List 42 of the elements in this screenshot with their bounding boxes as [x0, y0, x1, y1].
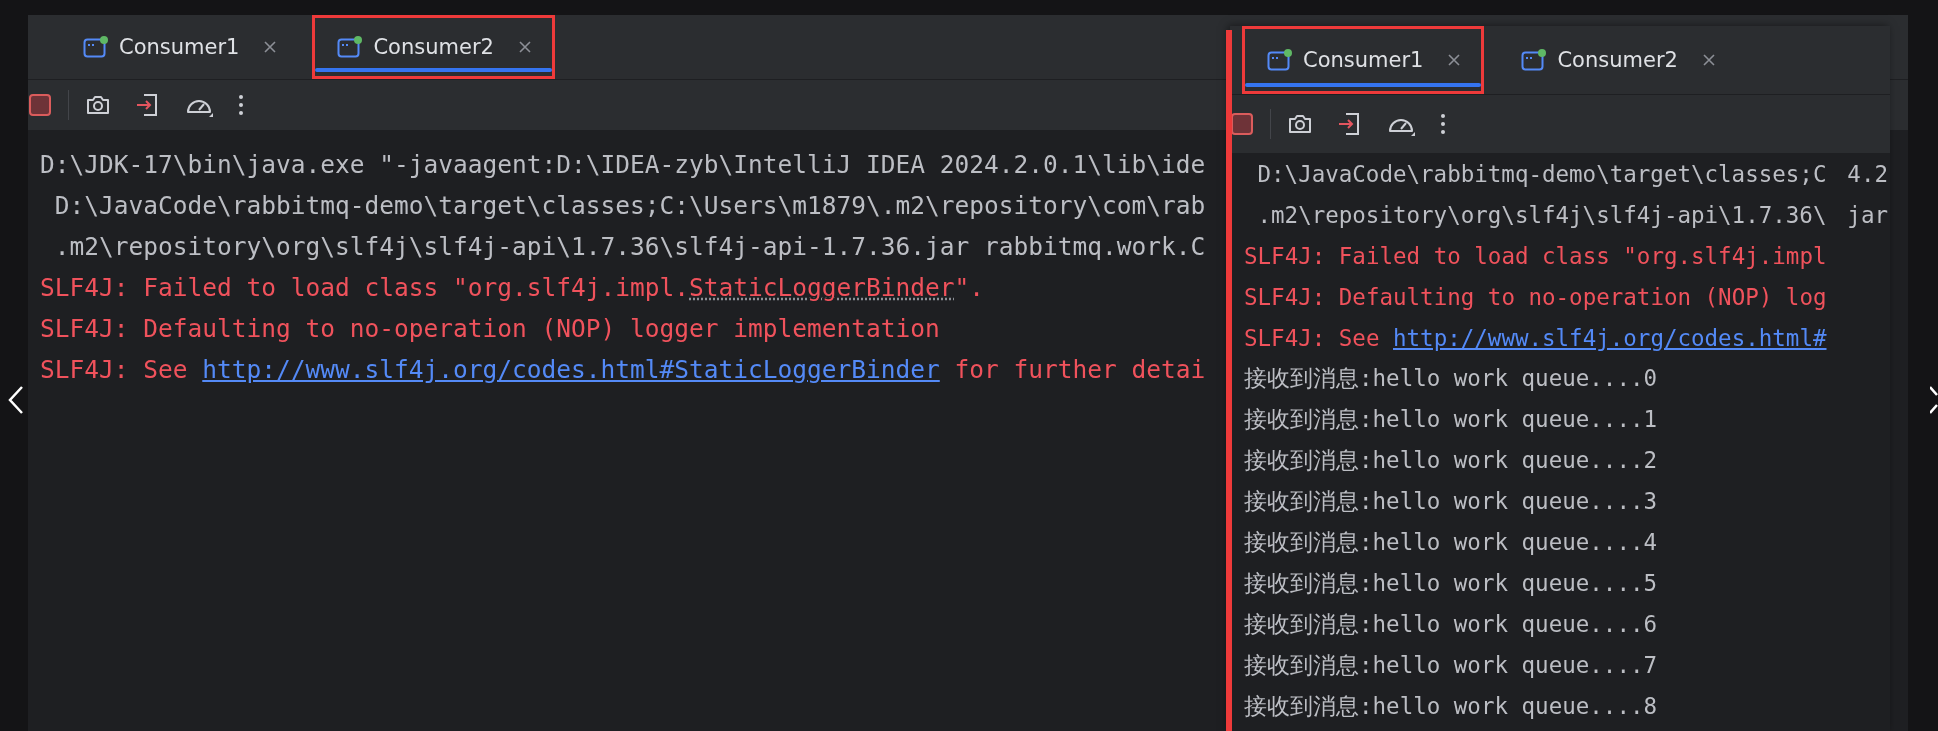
console-line: SLF4J: Failed to load class "org.slf4j.impl.StaticLoggerBinder".: [40, 273, 985, 302]
console-line: 接收到消息:hello work queue....1: [1244, 405, 1657, 434]
run-tab[interactable]: Consumer2: [312, 15, 555, 79]
console-line: 接收到消息:hello work queue....6: [1244, 610, 1657, 639]
stop-icon[interactable]: [1230, 112, 1254, 136]
camera-icon[interactable]: [85, 93, 111, 117]
console-line: 接收到消息:hello work queue....3: [1244, 487, 1657, 516]
run-tab[interactable]: Consumer2: [1496, 26, 1739, 94]
console-line: D:\JDK-17\bin\java.exe "-javaagent:D:\IDEA-zyb\IntelliJ IDEA 2024.2.0.1\lib\ide: [40, 150, 1206, 179]
console-line: 接收到消息:hello work queue....5: [1244, 569, 1657, 598]
window-icon: [337, 35, 364, 59]
console-text: jar: [1846, 201, 1889, 228]
console-line: D:\JavaCode\rabbitmq-demo\target\classes;C: [1256, 160, 1827, 187]
more-icon[interactable]: [1439, 112, 1447, 136]
console-line: 接收到消息:hello work queue....7: [1244, 651, 1657, 680]
console-line: SLF4J: Defaulting to no-operation (NOP) logger implementation: [40, 314, 940, 343]
close-icon[interactable]: [517, 40, 532, 54]
window-icon: [1267, 48, 1293, 72]
close-icon[interactable]: [1701, 53, 1716, 67]
console-text: 4.2: [1846, 160, 1889, 187]
link[interactable]: http://www.slf4j.org/codes.html#: [1393, 324, 1827, 351]
stop-icon[interactable]: [28, 93, 52, 117]
close-icon[interactable]: [1447, 53, 1462, 67]
run-tab[interactable]: Consumer1: [58, 15, 301, 79]
console-line: 接收到消息:hello work queue....0: [1244, 364, 1657, 393]
close-icon[interactable]: [263, 40, 278, 54]
console-line: SLF4J: See http://www.slf4j.org/codes.html#StaticLoggerBinder for further detai: [40, 355, 1206, 384]
console-line: 接收到消息:hello work queue....8: [1244, 692, 1657, 721]
console-line: SLF4J: Failed to load class "org.slf4j.impl: [1244, 242, 1827, 269]
console-line: .m2\repository\org\slf4j\slf4j-api\1.7.36\slf4j-api-1.7.36.jar rabbitmq.work.C: [53, 232, 1206, 261]
camera-icon[interactable]: [1287, 112, 1313, 136]
window-icon: [83, 35, 109, 59]
console-line: D:\JavaCode\rabbitmq-demo\target\classes;C:\Users\m1879\.m2\repository\com\rab: [53, 191, 1206, 220]
console-line: 接收到消息:hello work queue....2: [1244, 446, 1657, 475]
console-line: SLF4J: See http://www.slf4j.org/codes.html#: [1244, 324, 1827, 351]
run-tab[interactable]: Consumer1: [1242, 26, 1485, 94]
console-line: .m2\repository\org\slf4j\slf4j-api\1.7.36\: [1256, 201, 1827, 228]
console-line: SLF4J: Defaulting to no-operation (NOP) log: [1244, 283, 1827, 310]
more-icon[interactable]: [237, 93, 245, 117]
window-icon: [1521, 48, 1548, 72]
link[interactable]: http://www.slf4j.org/codes.html#StaticLoggerBinder: [202, 355, 940, 384]
console-line: 接收到消息:hello work queue....4: [1244, 528, 1657, 557]
